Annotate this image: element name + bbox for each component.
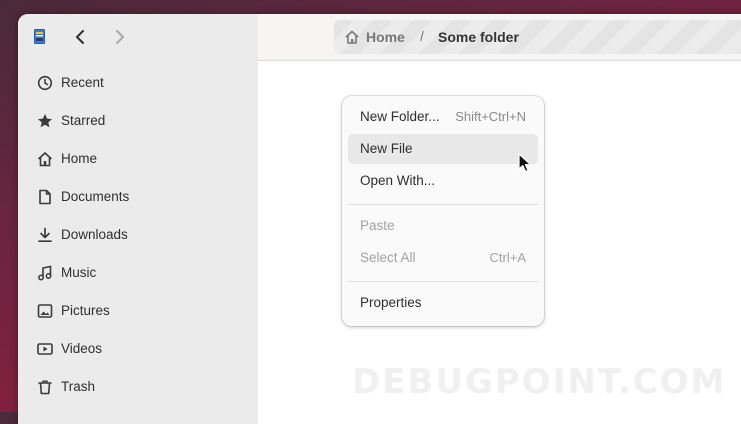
- breadcrumb-home[interactable]: Home: [344, 20, 405, 54]
- download-icon: [38, 227, 52, 243]
- sidebar-item-label: Starred: [61, 113, 106, 128]
- sidebar-item-music[interactable]: Music: [18, 254, 257, 292]
- trash-icon: [38, 380, 52, 395]
- chevron-right-icon: [116, 30, 124, 44]
- sidebar-item-label: Trash: [61, 379, 96, 394]
- sidebar-item-trash[interactable]: Trash: [18, 368, 257, 406]
- home-icon: [37, 152, 53, 167]
- menu-item-shortcut: Ctrl+A: [489, 250, 526, 265]
- picture-icon: [37, 304, 53, 318]
- menu-item-shortcut: Shift+Ctrl+N: [455, 109, 526, 124]
- menu-item-label: Select All: [360, 250, 416, 265]
- menu-item-new-folder[interactable]: New Folder... Shift+Ctrl+N: [348, 102, 538, 132]
- video-icon: [37, 343, 53, 355]
- sidebar: Recent Starred Home Documents Downloads …: [18, 60, 259, 424]
- menu-item-select-all[interactable]: Select All Ctrl+A: [348, 243, 538, 273]
- breadcrumb-current[interactable]: Some folder: [438, 20, 519, 54]
- document-icon: [39, 189, 51, 205]
- menu-item-new-file[interactable]: New File: [348, 134, 538, 164]
- sidebar-item-videos[interactable]: Videos: [18, 330, 257, 368]
- breadcrumb-separator: /: [420, 28, 424, 44]
- watermark: DEBUGPOINT.COM: [352, 362, 727, 402]
- menu-item-label: Properties: [360, 295, 422, 310]
- breadcrumb: Home / Some folder: [334, 20, 741, 54]
- forward-button[interactable]: [106, 24, 132, 50]
- breadcrumb-home-label: Home: [366, 29, 405, 45]
- sidebar-item-recent[interactable]: Recent: [18, 64, 257, 102]
- breadcrumb-current-label: Some folder: [438, 29, 519, 45]
- sidebar-item-label: Pictures: [61, 303, 110, 318]
- sidebar-item-label: Documents: [61, 189, 130, 204]
- sidebar-item-downloads[interactable]: Downloads: [18, 216, 257, 254]
- home-icon: [345, 30, 359, 44]
- menu-item-label: Paste: [360, 218, 395, 233]
- sidebar-header: [18, 14, 258, 60]
- sidebar-item-label: Home: [61, 151, 98, 166]
- sidebar-item-label: Music: [61, 265, 97, 280]
- mouse-cursor-icon: [518, 153, 532, 173]
- menu-item-label: New File: [360, 141, 413, 156]
- star-icon: [38, 114, 52, 128]
- sidebar-item-label: Recent: [61, 75, 104, 90]
- sidebar-item-starred[interactable]: Starred: [18, 102, 257, 140]
- context-menu: New Folder... Shift+Ctrl+N New File Open…: [342, 96, 544, 326]
- menu-separator: [348, 281, 538, 282]
- clock-icon: [37, 75, 53, 91]
- chevron-left-icon: [76, 30, 84, 44]
- sidebar-item-label: Downloads: [61, 227, 128, 242]
- sidebar-item-documents[interactable]: Documents: [18, 178, 257, 216]
- menu-item-label: Open With...: [360, 173, 436, 188]
- menu-item-properties[interactable]: Properties: [348, 288, 538, 318]
- sidebar-item-home[interactable]: Home: [18, 140, 257, 178]
- music-icon: [38, 265, 52, 281]
- back-button[interactable]: [68, 24, 94, 50]
- menu-separator: [348, 204, 538, 205]
- sidebar-item-label: Videos: [61, 341, 103, 356]
- sidebar-item-pictures[interactable]: Pictures: [18, 292, 257, 330]
- menu-item-paste[interactable]: Paste: [348, 211, 538, 241]
- menu-item-open-with[interactable]: Open With...: [348, 166, 538, 196]
- files-app-icon: [34, 29, 45, 44]
- menu-item-label: New Folder...: [360, 109, 440, 124]
